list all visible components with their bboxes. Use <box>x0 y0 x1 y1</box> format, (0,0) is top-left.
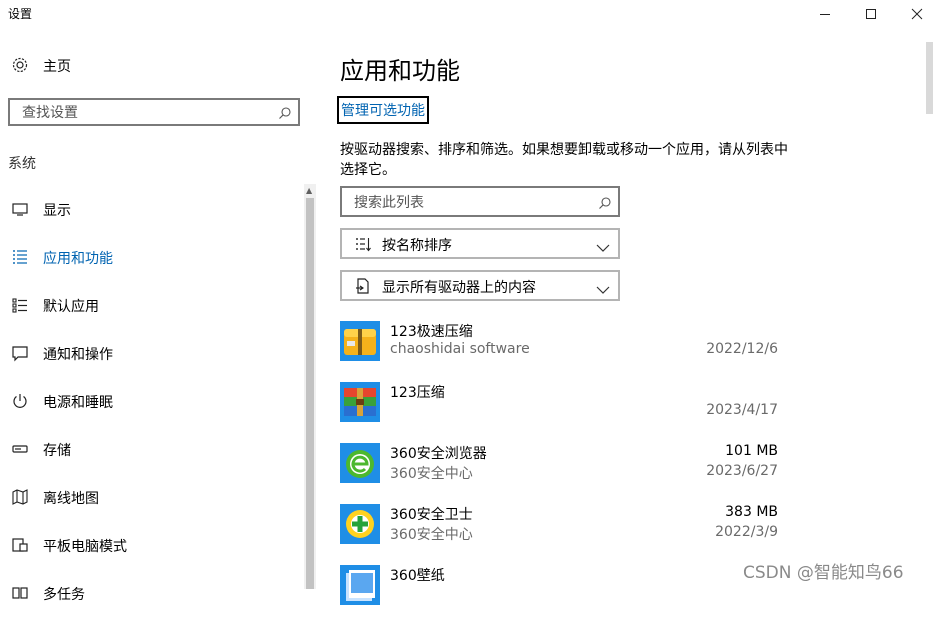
sidebar-item-label: 默认应用 <box>43 299 99 315</box>
default-apps-icon <box>11 296 29 314</box>
scrollbar-thumb[interactable] <box>306 198 314 589</box>
list-item[interactable]: 360壁纸 <box>340 564 780 625</box>
scroll-up-icon[interactable]: ▲ <box>306 186 312 195</box>
window-title: 设置 <box>8 7 33 21</box>
list-item[interactable]: 123压缩 2023/4/17 <box>340 381 780 442</box>
multitask-icon <box>11 584 29 602</box>
sidebar-item-storage[interactable]: 存储 <box>0 425 300 473</box>
settings-search[interactable] <box>8 98 300 126</box>
power-icon <box>11 392 29 410</box>
storage-icon <box>11 440 29 458</box>
app-name: 360安全卫士 <box>390 507 473 523</box>
app-publisher: chaoshidai software <box>390 341 530 357</box>
close-button[interactable] <box>894 0 933 28</box>
drive-filter-dropdown[interactable]: 显示所有驱动器上的内容 <box>340 270 620 301</box>
maximize-button[interactable] <box>848 0 894 28</box>
monitor-icon <box>11 200 29 218</box>
settings-search-input[interactable] <box>20 103 274 123</box>
list-item[interactable]: 360安全卫士 360安全中心 383 MB 2022/3/9 <box>340 503 780 564</box>
zip-icon <box>340 321 380 361</box>
sidebar-item-label: 应用和功能 <box>43 251 113 267</box>
list-item[interactable]: 123极速压缩 chaoshidai software 2022/12/6 <box>340 320 780 381</box>
main-scrollbar-thumb[interactable] <box>926 42 933 114</box>
page-description: 按驱动器搜索、排序和筛选。如果想要卸载或移动一个应用，请从列表中选择它。 <box>340 142 788 178</box>
drive-icon <box>354 277 372 295</box>
title-bar: 设置 <box>0 0 933 28</box>
sort-dropdown[interactable]: 按名称排序 <box>340 228 620 259</box>
installed-app-list: 123极速压缩 chaoshidai software 2022/12/6 12… <box>340 320 780 625</box>
sidebar-item-display[interactable]: 显示 <box>0 185 300 233</box>
app-date: 2023/4/17 <box>706 402 778 418</box>
app-size: 383 MB <box>725 504 778 520</box>
sidebar-item-power-sleep[interactable]: 电源和睡眠 <box>0 377 300 425</box>
search-icon[interactable] <box>278 105 292 119</box>
app-name: 360安全浏览器 <box>390 446 487 462</box>
sidebar-item-label: 电源和睡眠 <box>43 395 113 411</box>
sidebar-item-default-apps[interactable]: 默认应用 <box>0 281 300 329</box>
map-icon <box>11 488 29 506</box>
app-date: 2022/3/9 <box>715 524 778 540</box>
sidebar-item-notifications[interactable]: 通知和操作 <box>0 329 300 377</box>
sidebar-item-label: 存储 <box>43 443 71 459</box>
sidebar-item-label: 显示 <box>43 203 71 219</box>
app-search-input[interactable] <box>352 192 586 214</box>
drive-filter-label: 显示所有驱动器上的内容 <box>382 280 536 296</box>
sidebar-home[interactable]: 主页 <box>0 52 300 80</box>
page-title: 应用和功能 <box>340 57 460 85</box>
sidebar-item-label: 平板电脑模式 <box>43 539 127 555</box>
tablet-mode-icon <box>11 536 29 554</box>
sidebar: 主页 系统 显示 应用和功能 默认应用 通知和操作 电源和睡眠 <box>0 28 318 603</box>
manage-optional-features-link[interactable]: 管理可选功能 <box>337 96 429 124</box>
sidebar-item-apps-features[interactable]: 应用和功能 <box>0 233 300 281</box>
sidebar-item-label: 多任务 <box>43 587 85 603</box>
watermark: CSDN @智能知鸟66 <box>743 563 904 583</box>
notification-icon <box>11 344 29 362</box>
sidebar-item-tablet-mode[interactable]: 平板电脑模式 <box>0 521 300 569</box>
list-item[interactable]: 360安全浏览器 360安全中心 101 MB 2023/6/27 <box>340 442 780 503</box>
chevron-down-icon <box>596 280 610 294</box>
section-label-system: 系统 <box>8 156 36 172</box>
sidebar-item-label: 通知和操作 <box>43 347 113 363</box>
minimize-icon <box>820 14 830 15</box>
sidebar-item-offline-maps[interactable]: 离线地图 <box>0 473 300 521</box>
app-date: 2022/12/6 <box>706 341 778 357</box>
sidebar-scrollbar[interactable]: ▲ <box>304 184 316 589</box>
sidebar-item-label: 离线地图 <box>43 491 99 507</box>
app-list-search[interactable] <box>340 186 620 217</box>
search-icon[interactable] <box>598 195 612 209</box>
gear-icon <box>11 56 29 74</box>
maximize-icon <box>866 9 876 19</box>
sort-dropdown-label: 按名称排序 <box>382 238 452 254</box>
sidebar-nav: 显示 应用和功能 默认应用 通知和操作 电源和睡眠 存储 离线地图 平板电脑模式… <box>0 185 300 617</box>
app-name: 123极速压缩 <box>390 324 473 340</box>
sort-icon <box>354 235 372 253</box>
wallpaper-360-icon <box>340 565 380 605</box>
app-publisher: 360安全中心 <box>390 527 473 543</box>
chevron-down-icon <box>596 238 610 252</box>
archive-icon <box>340 382 380 422</box>
close-icon <box>911 8 923 20</box>
app-publisher: 360安全中心 <box>390 466 473 482</box>
sidebar-home-label: 主页 <box>43 59 71 75</box>
app-size: 101 MB <box>725 443 778 459</box>
app-date: 2023/6/27 <box>706 463 778 479</box>
main-content: 应用和功能 管理可选功能 按驱动器搜索、排序和筛选。如果想要卸载或移动一个应用，… <box>318 28 918 605</box>
guard-360-icon <box>340 504 380 544</box>
minimize-button[interactable] <box>802 0 848 28</box>
sidebar-item-multitask[interactable]: 多任务 <box>0 569 300 617</box>
app-list-icon <box>11 248 29 266</box>
app-name: 123压缩 <box>390 385 445 401</box>
browser-360-icon <box>340 443 380 483</box>
app-name: 360壁纸 <box>390 568 445 584</box>
